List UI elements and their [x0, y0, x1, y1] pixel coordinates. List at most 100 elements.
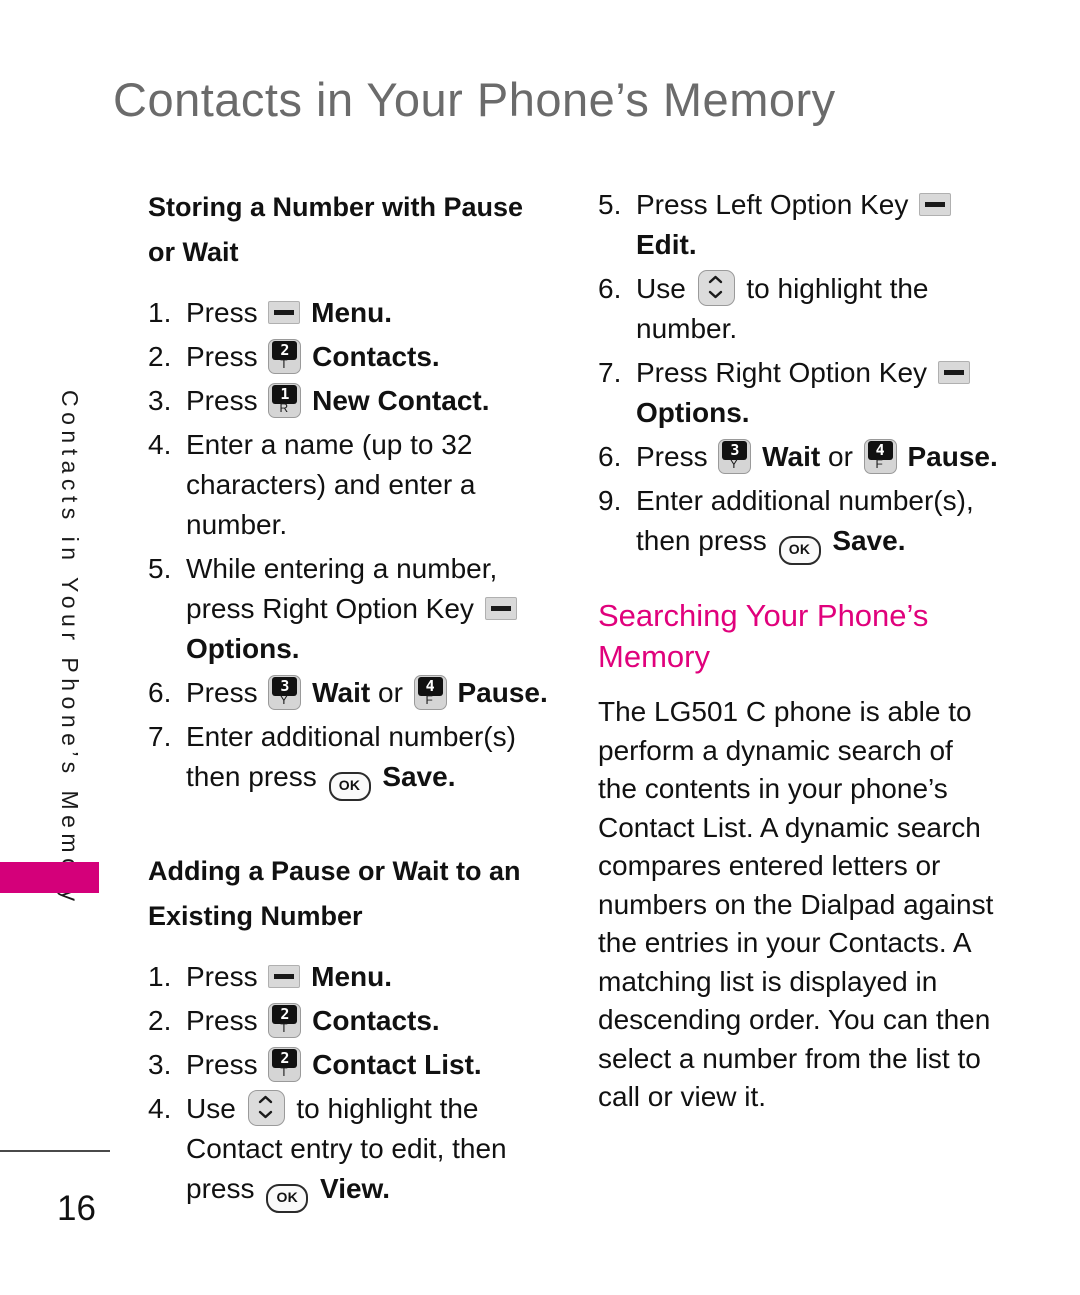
step-item: 2. Press 2 T Contacts. [148, 1001, 548, 1041]
step-number: 4. [148, 429, 172, 460]
keypad-key-4-icon: 4 F [413, 675, 447, 710]
steps-storing-number: 1. Press Menu. 2. Press 2 T Contacts. 3.… [148, 293, 548, 801]
step-number: 6. [598, 273, 622, 304]
keypad-letter: R [279, 401, 289, 415]
step-text: Press [636, 441, 708, 472]
step-item: 4. Use to highlight the Contact entry to… [148, 1089, 548, 1213]
step-action-label: New Contact. [312, 385, 490, 416]
step-number: 5. [598, 189, 622, 220]
step-item: 2. Press 2 T Contacts. [148, 337, 548, 377]
step-action-label-2: Pause. [457, 677, 548, 708]
step-text: Press [186, 341, 258, 372]
step-text: Press [186, 677, 258, 708]
step-number: 9. [598, 485, 622, 516]
step-action-label: Options. [186, 633, 300, 664]
keypad-letter: Y [279, 693, 288, 707]
step-number: 4. [148, 1093, 172, 1124]
step-text: Press Left Option Key [636, 189, 909, 220]
option-key-icon [937, 361, 970, 384]
footer-rule [0, 1150, 110, 1152]
navigation-key-icon [697, 270, 735, 306]
step-action-label-2: Pause. [907, 441, 998, 472]
section-heading-storing-number: Storing a Number with Pause or Wait [148, 192, 524, 267]
step-text: Press [186, 961, 258, 992]
section-heading-adding-pause: Adding a Pause or Wait to an Existing Nu… [148, 856, 521, 931]
step-number: 6. [598, 441, 622, 472]
option-key-icon [919, 193, 952, 216]
option-key-icon [268, 301, 301, 324]
step-number: 3. [148, 385, 172, 416]
step-item: 6. Press 3 Y Wait or 4 F Pause. [148, 673, 548, 713]
step-text-mid: or [828, 441, 853, 472]
step-number: 1. [148, 961, 172, 992]
keypad-key-3-icon: 3 Y [268, 675, 302, 710]
keypad-key-2-icon: 2 T [268, 339, 302, 374]
keypad-key-2-icon: 2 T [268, 1047, 302, 1082]
step-item: 6. Press 3 Y Wait or 4 F Pause. [598, 437, 998, 477]
option-key-icon [484, 597, 517, 620]
chapter-tab-swatch [0, 862, 99, 893]
step-action-label: Wait [312, 677, 371, 708]
step-item: 9. Enter additional number(s), then pres… [598, 481, 998, 565]
keypad-letter: T [280, 1021, 288, 1035]
step-action-label: Options. [636, 397, 750, 428]
step-text: Press [186, 297, 258, 328]
step-text: While entering a number, press Right Opt… [186, 553, 498, 624]
ok-key-icon: OK [778, 536, 821, 565]
step-number: 7. [598, 357, 622, 388]
step-text: Use [186, 1093, 236, 1124]
side-rail: Contacts in Your Phone’s Memory [48, 390, 92, 907]
step-item: 4. Enter a name (up to 32 characters) an… [148, 425, 548, 545]
keypad-letter: T [280, 1065, 288, 1079]
step-text-mid: or [378, 677, 403, 708]
step-item: 3. Press 1 R New Contact. [148, 381, 548, 421]
step-text: Press [186, 1049, 258, 1080]
option-key-icon [268, 965, 301, 988]
step-action-label: Contact List. [312, 1049, 482, 1080]
step-item: 5. Press Left Option Key Edit. [598, 185, 998, 265]
keypad-key-3-icon: 3 Y [718, 439, 752, 474]
step-action-label: Edit. [636, 229, 697, 260]
keypad-letter: Y [729, 457, 738, 471]
step-item: 6. Use to highlight the number. [598, 269, 998, 349]
right-column: 5. Press Left Option Key Edit. 6. Use to… [598, 185, 998, 1117]
page-number: 16 [57, 1189, 96, 1228]
step-action-label: Save. [832, 525, 906, 556]
keypad-letter: F [425, 693, 433, 707]
step-action-label: Save. [382, 761, 456, 792]
step-number: 3. [148, 1049, 172, 1080]
searching-memory-body: The LG501 C phone is able to perform a d… [598, 696, 994, 1112]
step-item: 3. Press 2 T Contact List. [148, 1045, 548, 1085]
step-number: 5. [148, 553, 172, 584]
step-item: 7. Press Right Option Key Options. [598, 353, 998, 433]
ok-key-icon: OK [266, 1184, 309, 1213]
step-text: Press Right Option Key [636, 357, 928, 388]
keypad-key-4-icon: 4 F [863, 439, 897, 474]
step-number: 1. [148, 297, 172, 328]
step-action-label: Menu. [311, 961, 393, 992]
keypad-key-2-icon: 2 T [268, 1003, 302, 1038]
step-item: 1. Press Menu. [148, 957, 548, 997]
step-number: 2. [148, 1005, 172, 1036]
page-title: Contacts in Your Phone’s Memory [113, 73, 836, 126]
step-text: Enter a name (up to 32 characters) and e… [186, 429, 476, 540]
navigation-key-icon [247, 1090, 285, 1126]
steps-continued: 5. Press Left Option Key Edit. 6. Use to… [598, 185, 998, 565]
left-column: Storing a Number with Pause or Wait 1. P… [148, 185, 548, 1217]
section-heading-searching-memory: Searching Your Phone’s Memory [598, 598, 929, 674]
step-item: 5. While entering a number, press Right … [148, 549, 548, 669]
step-item: 1. Press Menu. [148, 293, 548, 333]
step-action-label: View. [320, 1173, 391, 1204]
step-action-label: Wait [762, 441, 821, 472]
keypad-key-1-icon: 1 R [268, 383, 302, 418]
keypad-letter: T [280, 357, 288, 371]
step-number: 2. [148, 341, 172, 372]
step-text: Use [636, 273, 686, 304]
side-rail-label: Contacts in Your Phone’s Memory [57, 390, 83, 907]
step-number: 7. [148, 721, 172, 752]
step-action-label: Contacts. [312, 341, 440, 372]
keypad-letter: F [875, 457, 883, 471]
step-action-label: Contacts. [312, 1005, 440, 1036]
step-action-label: Menu. [311, 297, 393, 328]
step-number: 6. [148, 677, 172, 708]
